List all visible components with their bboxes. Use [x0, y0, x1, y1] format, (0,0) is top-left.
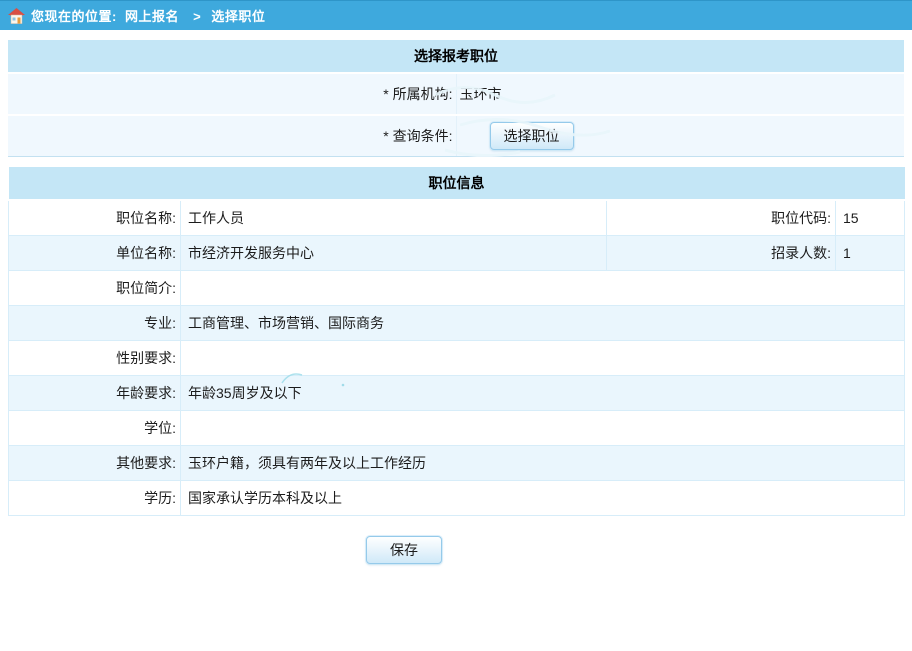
position-code-value: 15 — [836, 200, 905, 236]
breadcrumb-prefix: 您现在的位置: — [31, 9, 117, 24]
unit-name-value: 市经济开发服务中心 — [181, 236, 607, 271]
unit-name-label: 单位名称: — [9, 236, 181, 271]
breadcrumb-item-online-signup: 网上报名 — [125, 9, 179, 24]
org-row: * 所属机构: 玉环市 — [8, 73, 904, 115]
table-row-age: 年龄要求: 年龄35周岁及以下 — [9, 376, 905, 411]
org-label: * 所属机构: — [8, 73, 456, 115]
choose-position-button[interactable]: 选择职位 — [490, 122, 574, 150]
select-position-panel: 选择报考职位 * 所属机构: 玉环市 * 查询条件: 选择职位 — [8, 40, 904, 157]
org-value: 玉环市 — [456, 73, 904, 115]
table-row-other-requirements: 其他要求: 玉环户籍，须具有两年及以上工作经历 — [9, 446, 905, 481]
table-row-position-intro: 职位简介: — [9, 271, 905, 306]
other-req-value: 玉环户籍，须具有两年及以上工作经历 — [181, 446, 905, 481]
breadcrumb-bar: 您现在的位置: 网上报名 > 选择职位 — [0, 0, 912, 30]
major-label: 专业: — [9, 306, 181, 341]
recruit-count-value: 1 — [836, 236, 905, 271]
education-label: 学历: — [9, 481, 181, 516]
table-row-education: 学历: 国家承认学历本科及以上 — [9, 481, 905, 516]
age-label: 年龄要求: — [9, 376, 181, 411]
table-row-degree: 学位: — [9, 411, 905, 446]
gender-value — [181, 341, 905, 376]
query-condition-label: * 查询条件: — [8, 115, 456, 157]
other-req-label: 其他要求: — [9, 446, 181, 481]
home-icon[interactable] — [8, 8, 25, 24]
position-code-label: 职位代码: — [607, 200, 836, 236]
degree-value — [181, 411, 905, 446]
table-row-position-name: 职位名称: 工作人员 职位代码: 15 — [9, 200, 905, 236]
breadcrumb-separator: > — [193, 9, 201, 24]
table-row-gender: 性别要求: — [9, 341, 905, 376]
major-value: 工商管理、市场营销、国际商务 — [181, 306, 905, 341]
position-name-value: 工作人员 — [181, 200, 607, 236]
education-value: 国家承认学历本科及以上 — [181, 481, 905, 516]
position-name-label: 职位名称: — [9, 200, 181, 236]
recruit-count-label: 招录人数: — [607, 236, 836, 271]
age-value: 年龄35周岁及以下 — [181, 376, 905, 411]
save-button[interactable]: 保存 — [366, 536, 442, 564]
breadcrumb: 您现在的位置: 网上报名 > 选择职位 — [31, 6, 269, 25]
table-row-major: 专业: 工商管理、市场营销、国际商务 — [9, 306, 905, 341]
query-condition-row: * 查询条件: 选择职位 — [8, 115, 904, 157]
breadcrumb-item-current: 选择职位 — [211, 9, 265, 24]
position-intro-label: 职位简介: — [9, 271, 181, 306]
save-row: 保存 — [8, 536, 904, 564]
query-condition-cell: 选择职位 — [456, 115, 904, 157]
position-info-panel: 职位信息 职位名称: 工作人员 职位代码: 15 单位名称: 市经济开发服务中心… — [8, 167, 905, 516]
gender-label: 性别要求: — [9, 341, 181, 376]
position-intro-value — [181, 271, 905, 306]
degree-label: 学位: — [9, 411, 181, 446]
position-info-title: 职位信息 — [9, 167, 905, 200]
select-position-title: 选择报考职位 — [8, 40, 904, 73]
table-row-unit-name: 单位名称: 市经济开发服务中心 招录人数: 1 — [9, 236, 905, 271]
